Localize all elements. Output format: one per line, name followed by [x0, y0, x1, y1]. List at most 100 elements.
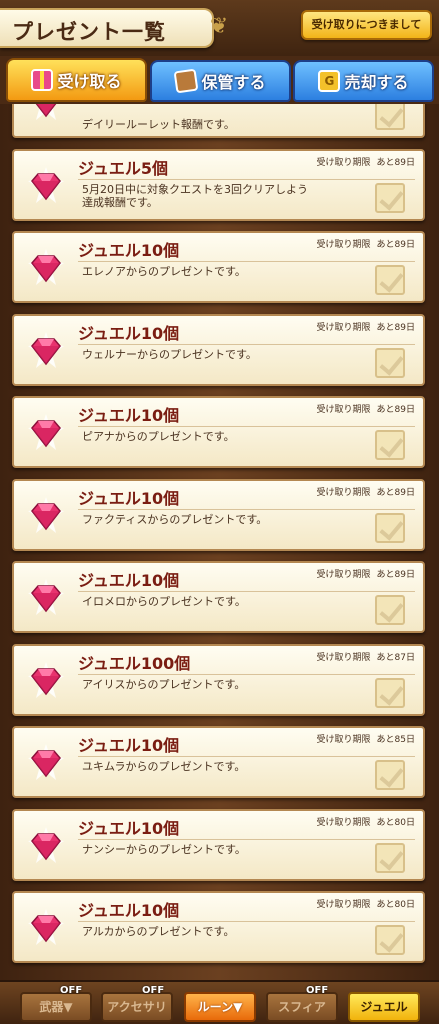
jewel-icon	[24, 245, 68, 289]
card-divider	[78, 673, 415, 675]
days-left: あと89日	[376, 322, 415, 333]
deadline-label: 受け取り期限	[316, 322, 371, 333]
receive-checkbox[interactable]	[375, 182, 405, 213]
item-description: ナンシーからのプレゼントです。	[82, 842, 246, 856]
deadline: 受け取り期限 あと89日	[317, 402, 415, 415]
tab-store-label: 保管する	[201, 73, 266, 92]
tab-sell[interactable]: G 売却する	[293, 60, 434, 102]
jewel-icon	[24, 905, 68, 949]
filter-jewel-button[interactable]: ジュエル	[348, 992, 420, 1022]
receive-guide-button[interactable]: 受け取りにつきまして	[301, 10, 432, 40]
item-description: ウェルナーからのプレゼントです。	[82, 347, 257, 361]
days-left: あと85日	[376, 735, 415, 745]
deadline-label: 受け取り期限	[316, 652, 371, 663]
item-description: エレノアからのプレゼントです。	[82, 265, 246, 278]
item-description: アイリスからのプレゼントです。	[82, 677, 246, 691]
deadline-label: 受け取り期限	[316, 570, 371, 580]
jewel-icon	[24, 410, 68, 454]
tab-store[interactable]: 保管する	[150, 60, 291, 102]
item-name: ジュエル10個	[78, 406, 180, 425]
deadline-label: 受け取り期限	[316, 405, 371, 415]
card-divider	[78, 261, 415, 262]
tab-receive-label: 受け取る	[57, 72, 122, 91]
gift-icon	[31, 69, 54, 91]
jewel-icon	[24, 740, 68, 784]
item-description: アルカからのプレゼントです。	[82, 925, 235, 938]
receive-checkbox[interactable]	[375, 430, 405, 460]
present-card[interactable]: ジュエル10個 受け取り期限 あと89日ピアナからのプレゼントです。	[12, 396, 425, 468]
tab-sell-label: 売却する	[344, 73, 409, 92]
item-description: ピアナからのプレゼントです。	[82, 430, 235, 443]
present-card[interactable]: ジュエル10個 受け取り期限 あと85日ユキムラからのプレゼントです。	[12, 726, 425, 798]
item-name: ジュエル5個	[78, 158, 169, 178]
receive-checkbox[interactable]	[375, 677, 405, 708]
present-card[interactable]: ジュエル10個 受け取り期限 あと80日ナンシーからのプレゼントです。	[12, 808, 425, 881]
filter-sphere-off: OFF	[306, 985, 329, 996]
receive-checkbox[interactable]	[375, 347, 405, 378]
present-card[interactable]: ジュエル10個 受け取り期限 あと80日アルカからのプレゼントです。	[12, 891, 425, 963]
deadline: 受け取り期限 あと89日	[317, 320, 415, 333]
jewel-icon	[24, 493, 68, 537]
jewel-icon	[24, 328, 68, 372]
present-list[interactable]: デイリールーレット報酬です。 ジュエル5個 受け取り期限 あと89日 5月20日中に対象…	[0, 104, 439, 980]
card-divider	[78, 343, 415, 345]
deadline-label: 受け取り期限	[316, 240, 371, 250]
present-card[interactable]: ジュエル5個 受け取り期限 あと89日 5月20日中に対象クエストを3回クリアしよう達…	[12, 148, 425, 221]
present-card[interactable]: ジュエル10個 受け取り期限 あと89日 ファクティスからのプレゼントです。	[12, 478, 425, 551]
present-card[interactable]: ジュエル100個 受け取り期限 あと87日アイリスからのプレゼントです。	[12, 643, 425, 716]
deadline: 受け取り期限 あと89日	[317, 485, 415, 498]
filter-accessory-button[interactable]: アクセサリ	[101, 992, 173, 1022]
title-plate: プレゼント一覧	[0, 8, 214, 48]
days-left: あと87日	[376, 652, 415, 663]
item-description: ユキムラからのプレゼントです。	[82, 760, 246, 773]
days-left: あと80日	[376, 900, 415, 910]
filter-sphere-button[interactable]: スフィア	[266, 992, 338, 1022]
deadline: 受け取り期限 あと89日	[317, 237, 415, 250]
jewel-icon	[24, 163, 68, 207]
item-description: イロメロからのプレゼントです。	[82, 595, 246, 608]
deadline: 受け取り期限 あと87日	[317, 650, 415, 663]
item-name: ジュエル10個	[78, 818, 180, 838]
days-left: あと80日	[376, 817, 415, 828]
deadline: 受け取り期限 あと89日	[317, 155, 415, 168]
receive-checkbox[interactable]	[375, 265, 405, 295]
jewel-icon	[24, 823, 68, 867]
item-name: ジュエル10個	[78, 736, 180, 755]
receive-checkbox[interactable]	[375, 104, 405, 130]
header-bar: プレゼント一覧 ❦ 受け取りにつきまして	[0, 0, 439, 56]
coin-icon: G	[318, 70, 341, 92]
item-description: 5月20日中に対象クエストを3回クリアしよう達成報酬です。	[82, 182, 308, 209]
item-name: ジュエル100個	[78, 653, 191, 673]
tab-receive[interactable]: 受け取る	[6, 58, 147, 102]
days-left: あと89日	[376, 157, 415, 168]
item-description: デイリールーレット報酬です。	[82, 118, 235, 131]
present-card[interactable]: ジュエル10個 受け取り期限 あと89日 イロメロからのプレゼントです。	[12, 561, 425, 633]
days-left: あと89日	[376, 405, 415, 415]
receive-checkbox[interactable]	[375, 595, 405, 625]
item-name: ジュエル10個	[78, 323, 180, 343]
filter-weapon-button[interactable]: 武器▼	[20, 992, 92, 1022]
present-card[interactable]: デイリールーレット報酬です。	[12, 104, 425, 138]
receive-checkbox[interactable]	[375, 760, 405, 790]
card-divider	[78, 178, 415, 180]
deadline: 受け取り期限 あと80日	[317, 897, 415, 910]
tab-bar: 受け取る 保管する G 売却する	[0, 56, 439, 104]
filter-bar: 武器▼ OFF アクセサリ OFF ルーン▼ スフィア OFF ジュエル	[0, 980, 439, 1024]
item-name: ジュエル10個	[78, 901, 180, 920]
jewel-icon	[24, 658, 68, 702]
filter-rune-button[interactable]: ルーン▼	[184, 992, 256, 1022]
ornament-icon: ❦	[209, 14, 229, 39]
present-card[interactable]: ジュエル10個 受け取り期限 あと89日エレノアからのプレゼントです。	[12, 231, 425, 303]
receive-checkbox[interactable]	[375, 842, 405, 873]
item-name: ジュエル10個	[78, 241, 180, 260]
deadline-label: 受け取り期限	[316, 817, 371, 828]
filter-accessory-off: OFF	[142, 985, 165, 996]
card-divider	[78, 426, 415, 427]
days-left: あと89日	[376, 240, 415, 250]
card-divider	[78, 921, 415, 922]
receive-checkbox[interactable]	[375, 512, 405, 543]
receive-checkbox[interactable]	[375, 925, 405, 955]
present-card[interactable]: ジュエル10個 受け取り期限 あと89日ウェルナーからのプレゼントです。	[12, 313, 425, 386]
item-name: ジュエル10個	[78, 571, 180, 590]
deadline-label: 受け取り期限	[316, 735, 371, 745]
